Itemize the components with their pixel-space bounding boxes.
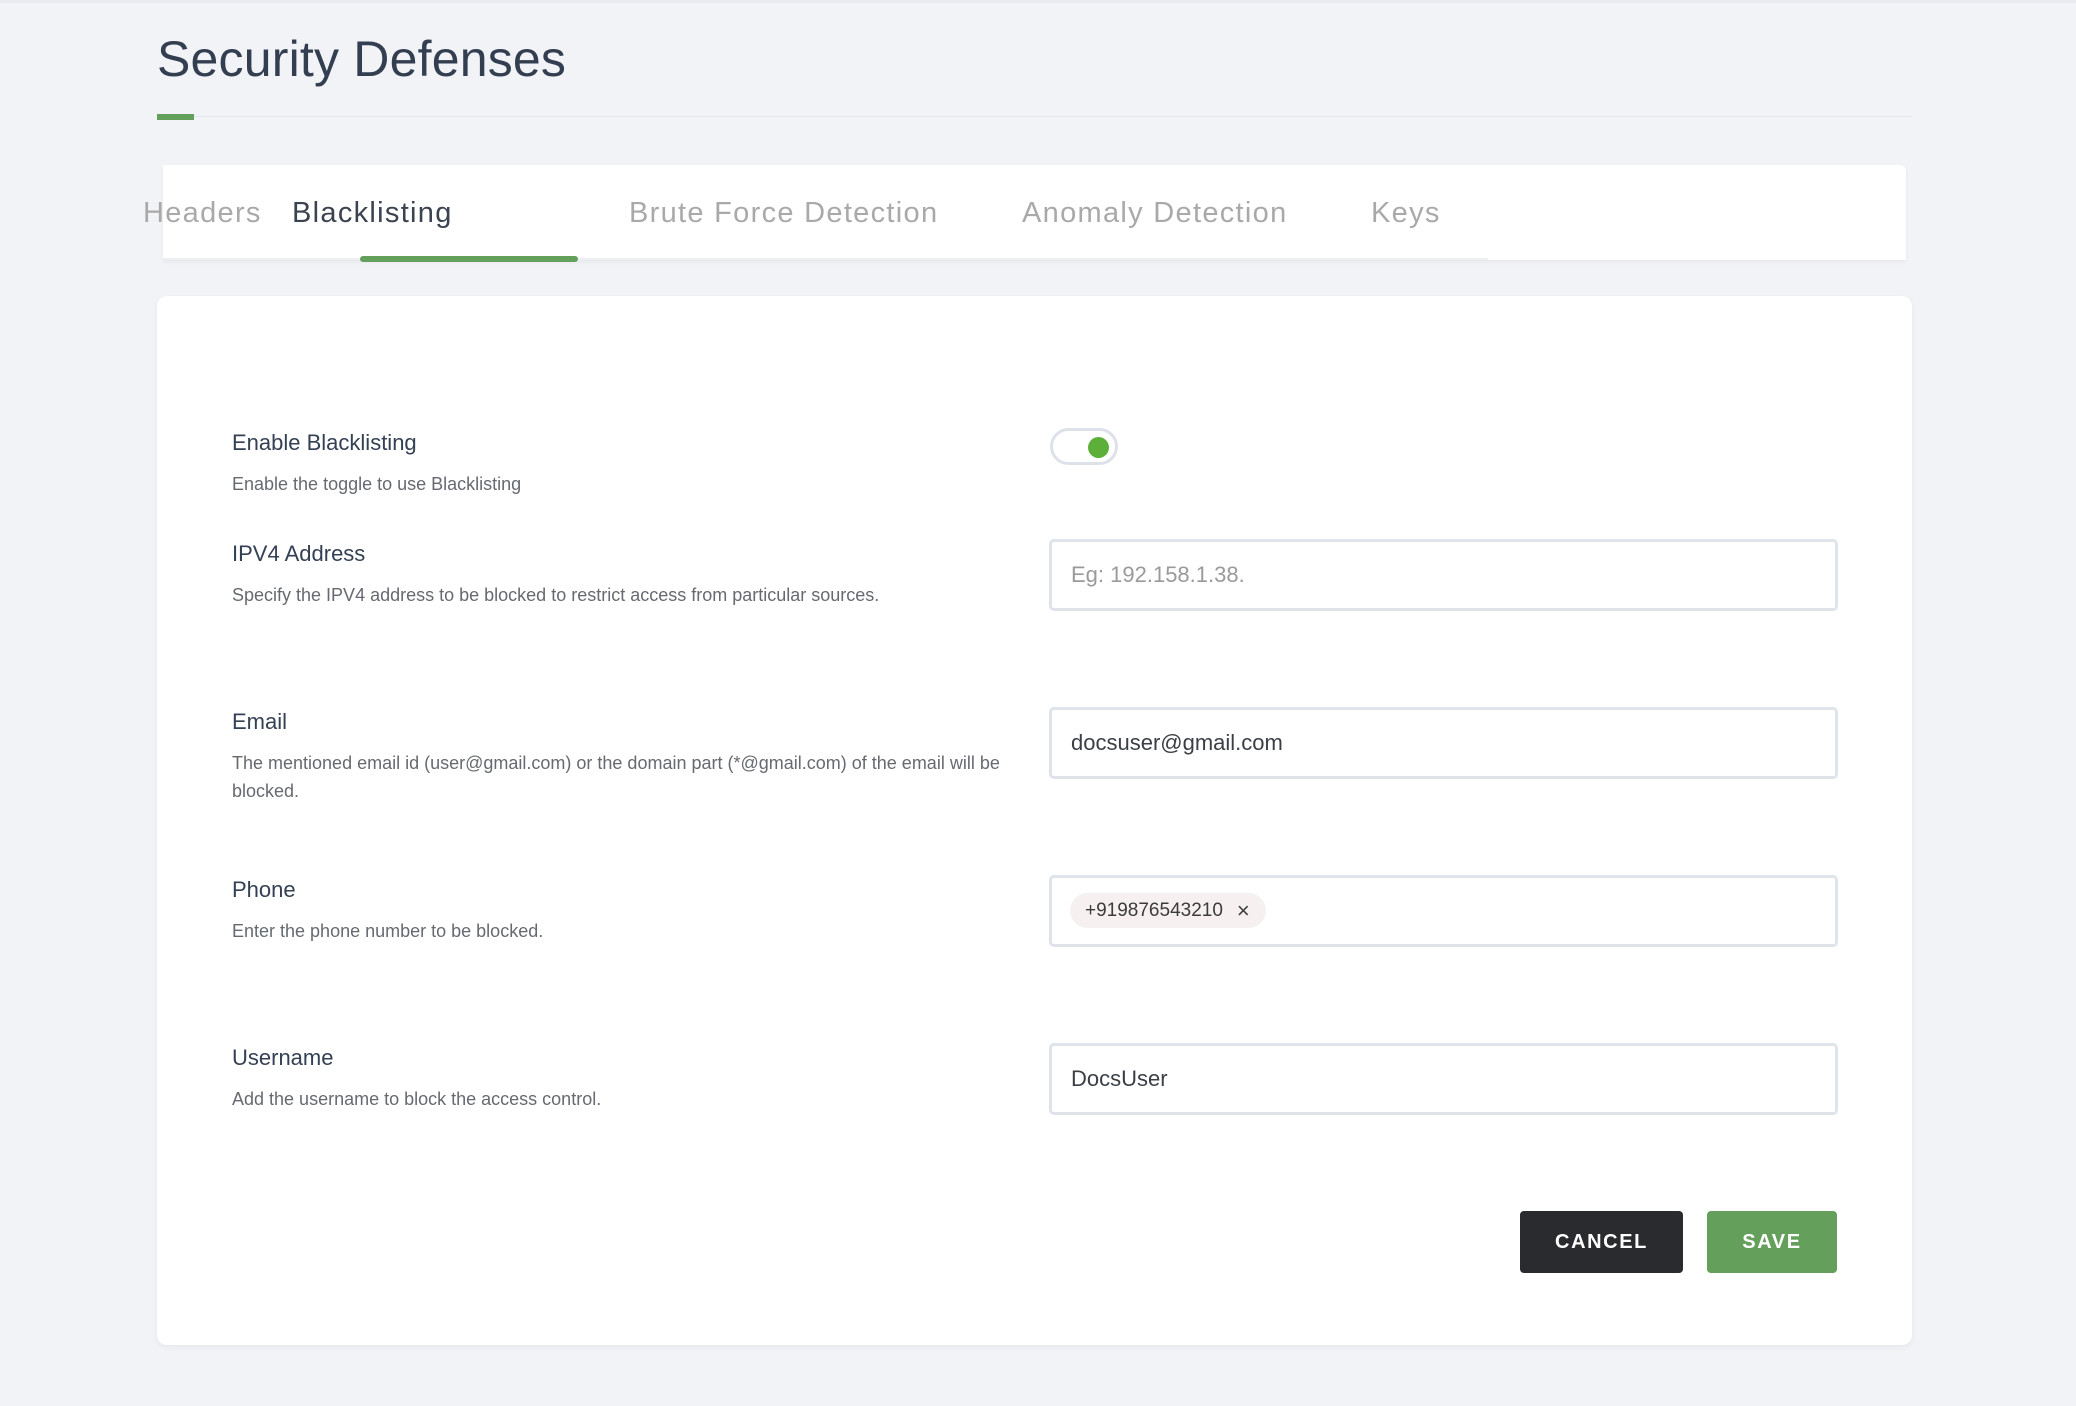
username-input[interactable]	[1049, 1043, 1838, 1115]
ipv4-label: IPV4 Address	[232, 541, 366, 566]
tab-bar: Headers Blacklisting Brute Force Detecti…	[143, 165, 1906, 262]
email-label: Email	[232, 709, 288, 734]
save-button[interactable]: SAVE	[1707, 1211, 1837, 1273]
enable-blacklisting-description: Enable the toggle to use Blacklisting	[232, 474, 522, 494]
active-tab-indicator	[360, 256, 578, 262]
phone-description: Enter the phone number to be blocked.	[232, 921, 544, 941]
email-description: The mentioned email id (user@gmail.com) …	[232, 753, 1000, 801]
phone-label: Phone	[232, 877, 296, 902]
enable-blacklisting-label: Enable Blacklisting	[232, 430, 417, 455]
ipv4-description: Specify the IPV4 address to be blocked t…	[232, 585, 880, 605]
phone-tags-input[interactable]: +919876543210 ×	[1049, 875, 1838, 947]
ipv4-input[interactable]	[1049, 539, 1838, 611]
tab-headers[interactable]: Headers	[143, 197, 262, 230]
tab-anomaly-detection[interactable]: Anomaly Detection	[1022, 197, 1288, 230]
phone-chip: +919876543210 ×	[1070, 893, 1266, 928]
tab-blacklisting[interactable]: Blacklisting	[292, 197, 453, 230]
title-divider	[157, 116, 1912, 117]
title-accent-bar	[157, 114, 194, 120]
top-edge	[0, 0, 2076, 3]
username-description: Add the username to block the access con…	[232, 1089, 602, 1109]
username-label: Username	[232, 1045, 334, 1070]
blacklisting-form-card: Enable Blacklisting Enable the toggle to…	[157, 296, 1912, 1345]
cancel-button[interactable]: CANCEL	[1520, 1211, 1683, 1273]
toggle-knob	[1088, 437, 1109, 458]
email-input[interactable]	[1049, 707, 1838, 779]
tab-keys[interactable]: Keys	[1371, 197, 1441, 230]
page-title: Security Defenses	[157, 31, 567, 87]
close-icon[interactable]: ×	[1237, 899, 1250, 922]
phone-chip-value: +919876543210	[1085, 899, 1223, 921]
tab-brute-force-detection[interactable]: Brute Force Detection	[629, 197, 938, 230]
enable-blacklisting-toggle[interactable]	[1050, 428, 1118, 465]
